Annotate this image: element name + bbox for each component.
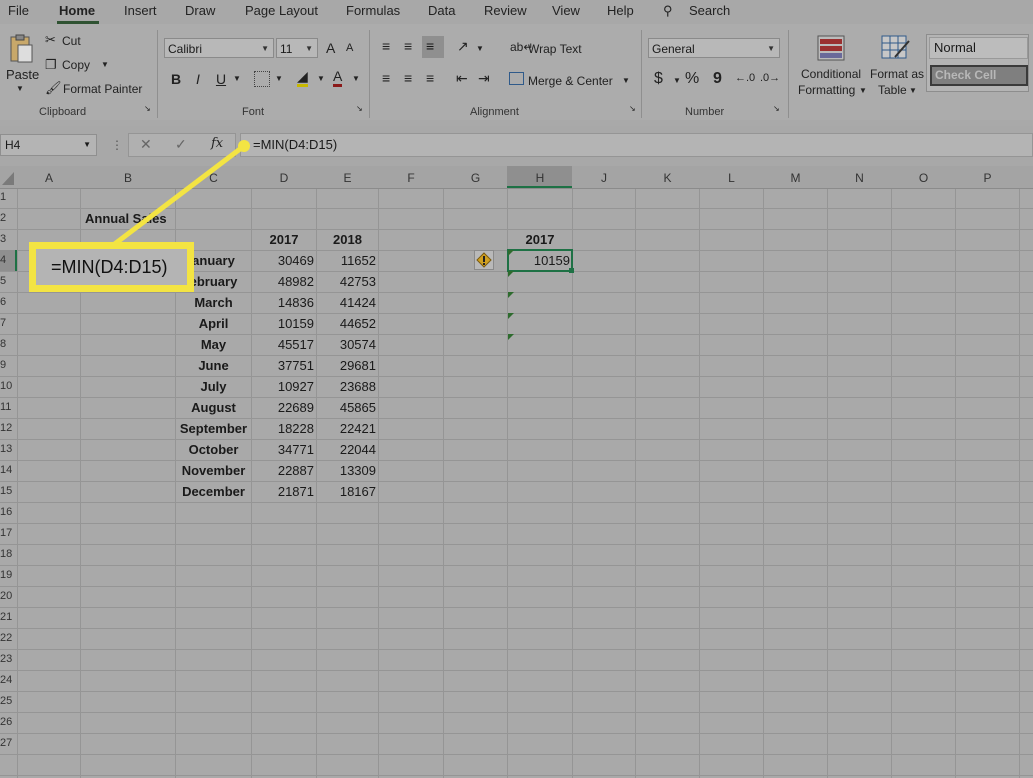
callout-formula: =MIN(D4:D15) bbox=[36, 249, 187, 285]
callout-box: =MIN(D4:D15) bbox=[29, 242, 194, 292]
callout-pointer bbox=[109, 140, 250, 249]
